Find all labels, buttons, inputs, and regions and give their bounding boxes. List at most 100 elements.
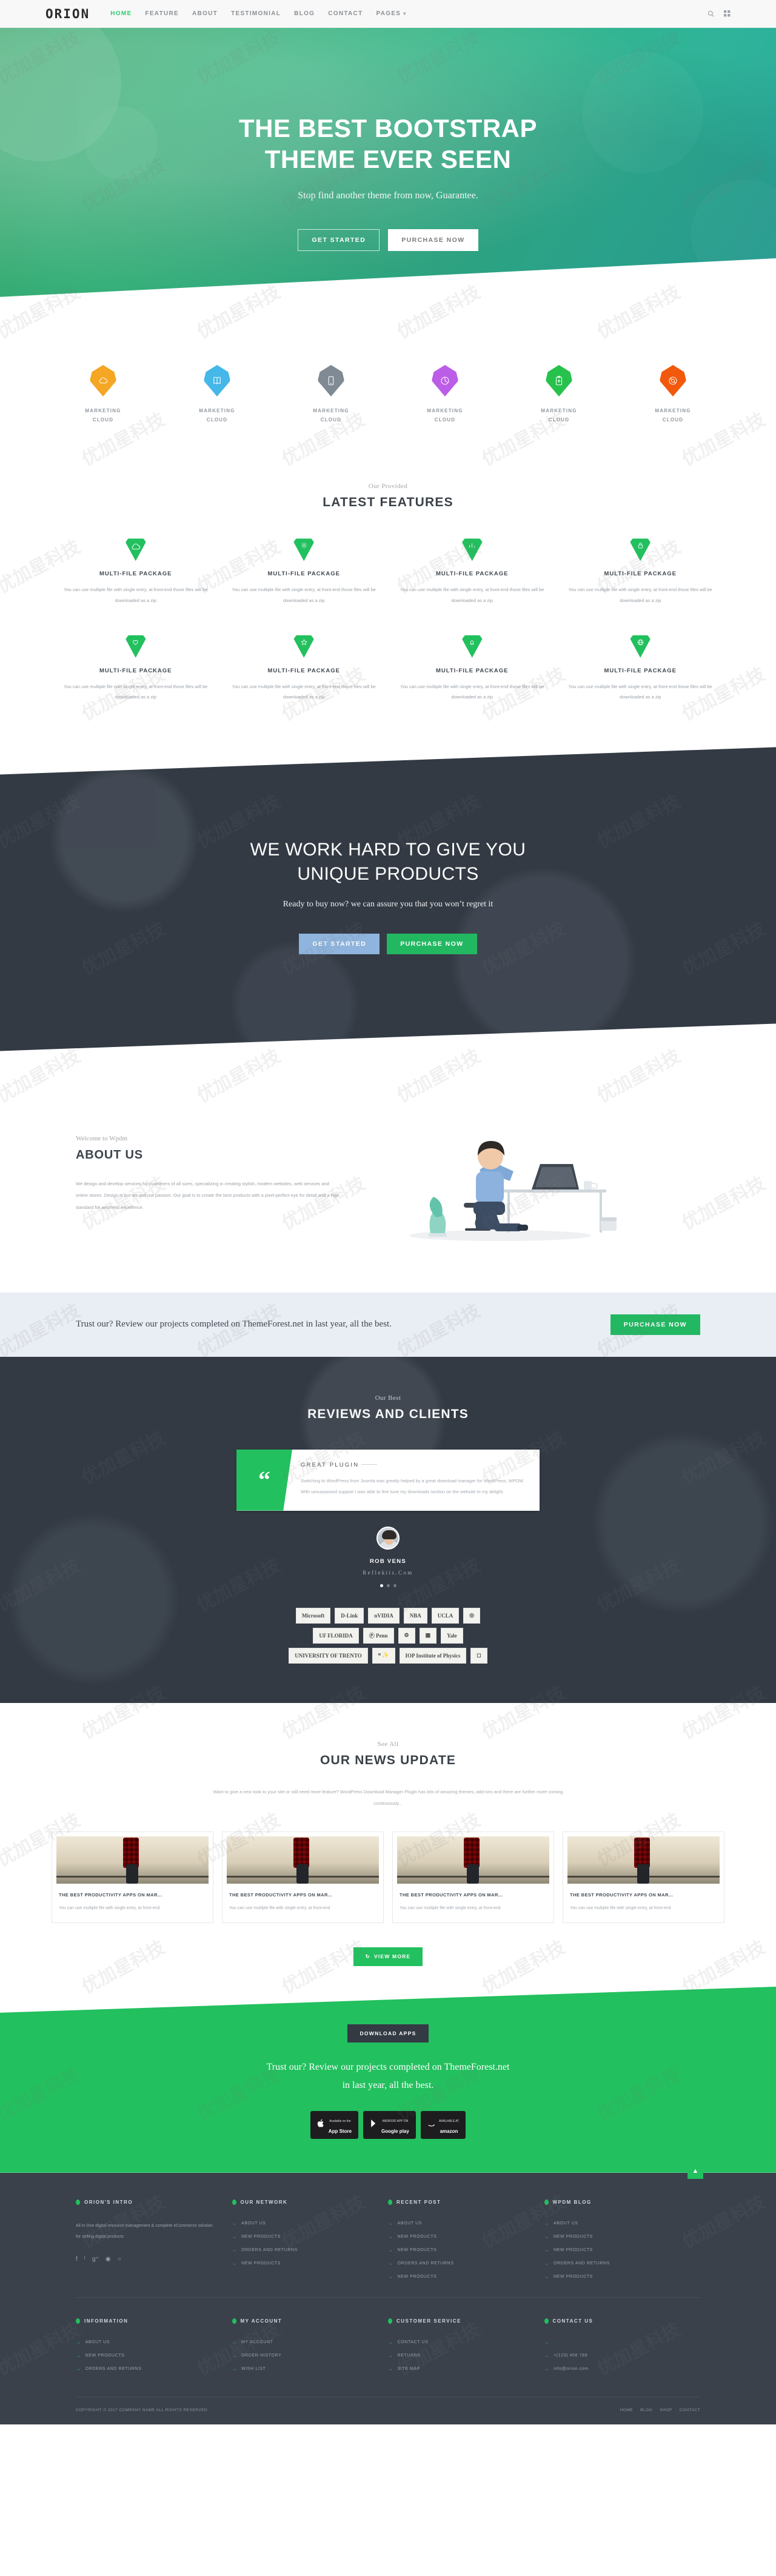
blog-card[interactable]: THE BEST PRODUCTIVITY APPS ON MAR... You … (563, 1831, 724, 1923)
store-badge[interactable]: Available on the App Store (310, 2110, 359, 2139)
feature-card-text: You can use multiple file with single en… (64, 587, 208, 603)
footer-link-label: NEW PRODUCTS (397, 2247, 437, 2252)
blog-card[interactable]: THE BEST PRODUCTIVITY APPS ON MAR... You … (52, 1831, 213, 1923)
nav-item-home[interactable]: HOME (110, 10, 132, 17)
site-logo[interactable]: ORION (45, 7, 90, 21)
trust-purchase-now-button[interactable]: PURCHASE NOW (610, 1314, 700, 1335)
feature-card[interactable]: MULTI-FILE PACKAGE You can use multiple f… (388, 535, 557, 632)
category-item-3[interactable]: MARKETING CLOUD (295, 365, 367, 424)
footer-link-item[interactable]: → NEW PRODUCTS (388, 2247, 530, 2253)
hero-get-started-button[interactable]: GET STARTED (298, 229, 380, 252)
footer-link-item[interactable]: → +(123) 456 789 (544, 2353, 686, 2358)
footer-link-item[interactable]: → NEW PRODUCTS (544, 2247, 686, 2253)
footer-link-item[interactable]: → CONTACT US (388, 2340, 530, 2345)
dribbble-icon[interactable]: ◉ (105, 2256, 111, 2263)
footer-link-item[interactable]: → ORDERS AND RETURNS (544, 2261, 686, 2266)
footer-link-label: ABOUT US (397, 2221, 423, 2226)
footer-link-item[interactable]: → ABOUT US (232, 2221, 374, 2226)
footer-link-item[interactable]: → NEW PRODUCTS (544, 2274, 686, 2280)
nav-item-contact[interactable]: CONTACT (328, 10, 363, 17)
nav-item-pages[interactable]: PAGES ▾ (376, 10, 407, 17)
dot-2[interactable] (386, 1584, 390, 1587)
feature-card[interactable]: MULTI-FILE PACKAGE You can use multiple f… (557, 632, 725, 729)
blog-card-text: You can use multiple file with single en… (570, 1905, 671, 1910)
footer-column-title: CONTACT US (544, 2318, 686, 2324)
store-badge[interactable]: AVAILABLE AT amazon (420, 2110, 466, 2139)
blog-card[interactable]: THE BEST PRODUCTIVITY APPS ON MAR... You … (222, 1831, 384, 1923)
footer-link-item[interactable]: → ORDERS AND RETURNS (76, 2366, 218, 2372)
star-icon (292, 635, 316, 658)
footer-link-item[interactable]: → NEW PRODUCTS (388, 2234, 530, 2240)
category-item-4[interactable]: MARKETING CLOUD (409, 365, 481, 424)
google-plus-icon[interactable]: g⁺ (92, 2256, 99, 2263)
search-icon[interactable] (707, 10, 714, 17)
footer-link-item[interactable]: → ABOUT US (544, 2221, 686, 2226)
arrow-right-icon: → (388, 2273, 393, 2280)
nav-item-testimonial[interactable]: TESTIMONIAL (231, 10, 281, 17)
github-icon[interactable]: ○ (118, 2256, 121, 2263)
arrow-right-icon: → (544, 2273, 550, 2280)
dot-1[interactable] (380, 1584, 383, 1587)
reviews-section: Our Best REVIEWS AND CLIENTS “ GREAT PLU… (0, 1356, 776, 1703)
footer-link-item[interactable]: → info@orion.com (544, 2366, 686, 2372)
site-footer: ▲ ORION'S INTRO All in One digital resour… (0, 2163, 776, 2424)
back-to-top-button[interactable]: ▲ (687, 2163, 703, 2179)
testimonial-pagination-dots[interactable] (0, 1584, 776, 1587)
footer-link-item[interactable]: → ABOUT US (76, 2340, 218, 2345)
features-eyebrow: Our Provided (368, 483, 408, 490)
dot-3[interactable] (393, 1584, 396, 1587)
grid-menu-icon[interactable] (724, 10, 731, 17)
category-item-1[interactable]: MARKETING CLOUD (67, 365, 139, 424)
store-badge[interactable]: ANDROID APP ON Google play (363, 2110, 416, 2139)
client-logo: ◎ (463, 1607, 481, 1624)
client-logo-row: UNIVERSITY OF TRENTO ᴴ ✨ IOP Institute of … (194, 1647, 582, 1664)
feature-card[interactable]: MULTI-FILE PACKAGE You can use multiple f… (557, 535, 725, 632)
category-item-2[interactable]: MARKETING CLOUD (181, 365, 253, 424)
footer-link-item[interactable]: → WISH LIST (232, 2366, 374, 2372)
arrow-right-icon: → (388, 2366, 393, 2372)
footer-link-item[interactable]: → ORDERS AND RETURNS (232, 2247, 374, 2253)
footer-link-item[interactable]: → ABOUT US (388, 2221, 530, 2226)
feature-card[interactable]: MULTI-FILE PACKAGE You can use multiple f… (52, 535, 220, 632)
footer-link-item[interactable]: → ORDERS AND RETURNS (388, 2261, 530, 2266)
blog-card[interactable]: THE BEST PRODUCTIVITY APPS ON MAR... You … (392, 1831, 554, 1923)
footer-intro-text: All in One digital resource management &… (76, 2223, 213, 2239)
footer-bottom-link[interactable]: CONTACT (680, 2408, 700, 2412)
footer-link-item[interactable]: → SITE MAP (388, 2366, 530, 2372)
footer-link-item[interactable]: → (544, 2340, 686, 2345)
download-apps-button[interactable]: DOWNLOAD APPS (347, 2024, 429, 2042)
bullet-icon (76, 2318, 80, 2324)
blog-thumbnail (56, 1836, 209, 1884)
nav-item-feature[interactable]: FEATURE (145, 10, 179, 17)
footer-column-title: OUR NETWORK (232, 2199, 374, 2205)
blog-card-text: You can use multiple file with single en… (229, 1905, 330, 1910)
nav-item-about[interactable]: ABOUT (192, 10, 218, 17)
feature-card[interactable]: MULTI-FILE PACKAGE You can use multiple f… (52, 632, 220, 729)
category-item-6[interactable]: MARKETING CLOUD (637, 365, 709, 424)
footer-link-item[interactable]: → NEW PRODUCTS (76, 2353, 218, 2358)
feature-card-text: You can use multiple file with single en… (568, 587, 712, 603)
feature-card[interactable]: MULTI-FILE PACKAGE You can use multiple f… (220, 632, 389, 729)
footer-link-item[interactable]: → NEW PRODUCTS (232, 2261, 374, 2266)
twitter-icon[interactable]: ᵗ (84, 2256, 85, 2263)
footer-bottom-link[interactable]: SHOP (660, 2408, 672, 2412)
category-item-5[interactable]: MARKETING CLOUD (523, 365, 595, 424)
feature-card[interactable]: MULTI-FILE PACKAGE You can use multiple f… (388, 632, 557, 729)
facebook-icon[interactable]: f (76, 2256, 78, 2263)
footer-link-item[interactable]: → NEW PRODUCTS (232, 2234, 374, 2240)
bullet-icon (544, 2199, 549, 2205)
footer-link-item[interactable]: → MY ACCOUNT (232, 2340, 374, 2345)
footer-bottom-link[interactable]: HOME (620, 2408, 634, 2412)
footer-bottom-link[interactable]: BLOG (640, 2408, 652, 2412)
view-more-button[interactable]: ↻ VIEW MORE (353, 1947, 423, 1966)
footer-link-item[interactable]: → RETURNS (388, 2353, 530, 2358)
feature-card[interactable]: MULTI-FILE PACKAGE You can use multiple f… (220, 535, 389, 632)
footer-link-item[interactable]: → ORDER-HISTORY (232, 2353, 374, 2358)
nav-item-blog[interactable]: BLOG (294, 10, 315, 17)
hero-purchase-now-button[interactable]: PURCHASE NOW (388, 229, 478, 252)
dark-cta-get-started-button[interactable]: GET STARTED (299, 933, 380, 954)
footer-link-item[interactable]: → NEW PRODUCTS (544, 2234, 686, 2240)
footer-link-item[interactable]: → NEW PRODUCTS (388, 2274, 530, 2280)
blog-card-title: THE BEST PRODUCTIVITY APPS ON MAR... (570, 1892, 674, 1898)
dark-cta-purchase-now-button[interactable]: PURCHASE NOW (387, 933, 477, 954)
